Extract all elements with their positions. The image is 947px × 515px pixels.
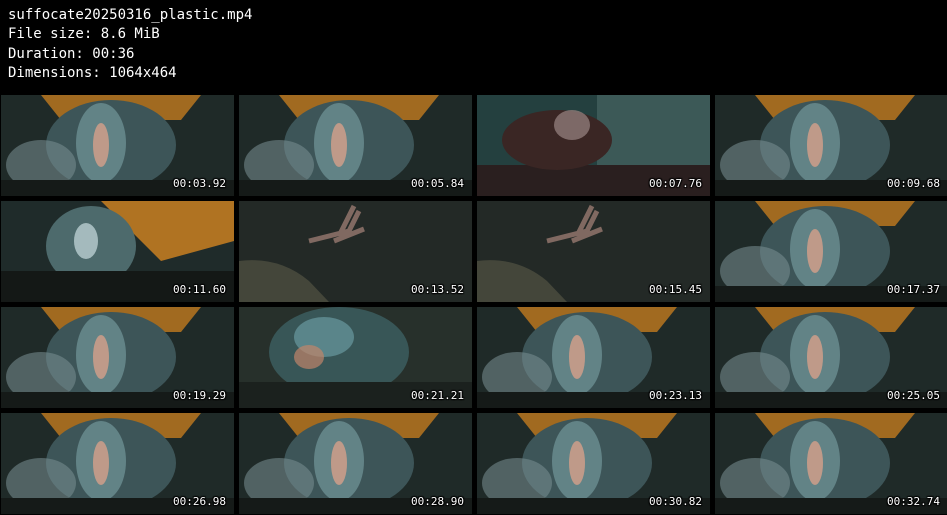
file-name: suffocate20250316_plastic.mp4 — [8, 7, 253, 23]
thumbnail-tile[interactable]: 00:13.52 — [239, 201, 472, 302]
thumbnail-tile[interactable]: 00:05.84 — [239, 95, 472, 196]
thumbnail-tile[interactable]: 00:17.37 — [715, 201, 947, 302]
thumbnail-timestamp: 00:05.84 — [411, 177, 464, 190]
thumbnail-timestamp: 00:19.29 — [173, 389, 226, 402]
thumbnail-tile[interactable]: 00:30.82 — [477, 413, 710, 514]
thumbnail-timestamp: 00:32.74 — [887, 495, 940, 508]
thumbnail-tile[interactable]: 00:32.74 — [715, 413, 947, 514]
thumbnail-tile[interactable]: 00:28.90 — [239, 413, 472, 514]
thumbnail-tile[interactable]: 00:19.29 — [1, 307, 234, 408]
thumbnail-tile[interactable]: 00:21.21 — [239, 307, 472, 408]
thumbnail-timestamp: 00:28.90 — [411, 495, 464, 508]
thumbnail-timestamp: 00:25.05 — [887, 389, 940, 402]
thumbnail-timestamp: 00:03.92 — [173, 177, 226, 190]
thumbnail-timestamp: 00:09.68 — [887, 177, 940, 190]
file-size: File size: 8.6 MiB — [8, 26, 160, 43]
thumbnail-tile[interactable]: 00:25.05 — [715, 307, 947, 408]
file-info-header: suffocate20250316_plastic.mp4 File size: … — [8, 6, 252, 83]
thumbnail-tile[interactable]: 00:26.98 — [1, 413, 234, 514]
thumbnail-timestamp: 00:11.60 — [173, 283, 226, 296]
thumbnail-timestamp: 00:26.98 — [173, 495, 226, 508]
thumbnail-tile[interactable]: 00:11.60 — [1, 201, 234, 302]
thumbnail-timestamp: 00:23.13 — [649, 389, 702, 402]
thumbnail-tile[interactable]: 00:03.92 — [1, 95, 234, 196]
thumbnail-tile[interactable]: 00:15.45 — [477, 201, 710, 302]
thumbnail-timestamp: 00:15.45 — [649, 283, 702, 296]
thumbnail-timestamp: 00:07.76 — [649, 177, 702, 190]
thumbnail-tile[interactable]: 00:23.13 — [477, 307, 710, 408]
thumbnail-tile[interactable]: 00:07.76 — [477, 95, 710, 196]
thumbnail-timestamp: 00:13.52 — [411, 283, 464, 296]
thumbnail-tile[interactable]: 00:09.68 — [715, 95, 947, 196]
thumbnail-grid: 00:03.92 00:05.84 00:07.76 00:09.68 00:1… — [1, 95, 947, 514]
dimensions: Dimensions: 1064x464 — [8, 64, 177, 81]
thumbnail-timestamp: 00:21.21 — [411, 389, 464, 402]
duration: Duration: 00:36 — [8, 45, 135, 62]
thumbnail-timestamp: 00:17.37 — [887, 283, 940, 296]
thumbnail-timestamp: 00:30.82 — [649, 495, 702, 508]
